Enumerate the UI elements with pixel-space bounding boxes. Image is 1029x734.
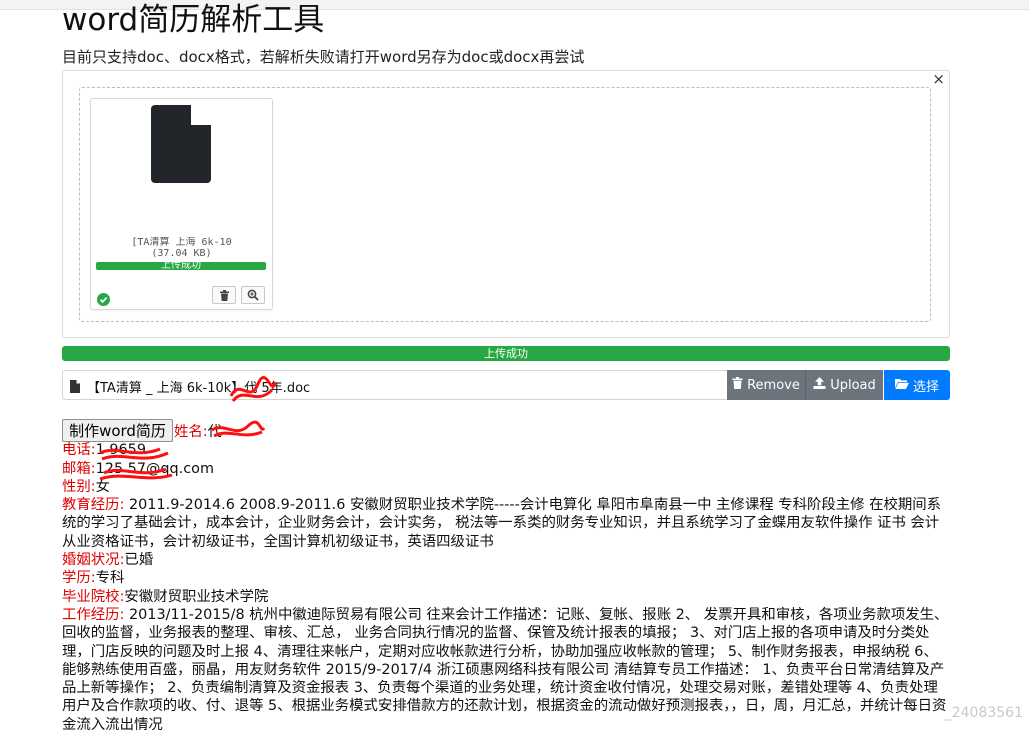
remove-button[interactable]: Remove <box>727 370 805 400</box>
check-circle-icon <box>97 291 110 310</box>
resume-degree-row: 学历:专科 <box>62 569 950 587</box>
file-caption-name: [TA清算 上海 6k-10 <box>131 237 232 248</box>
field-label: 工作经历: <box>62 606 125 623</box>
field-value: 2011.9-2014.6 2008.9-2011.6 安徽财贸职业技术学院--… <box>62 497 942 550</box>
browse-label: 选择 <box>912 379 939 395</box>
field-value: 125 57@qq.com <box>95 460 214 477</box>
upload-progress-bar: 上传成功 <box>62 346 950 361</box>
delete-file-button[interactable] <box>212 286 236 304</box>
field-value: 代 <box>207 424 223 440</box>
file-icon <box>151 105 211 187</box>
thumb-progress-bar: 上传成功 <box>96 262 266 270</box>
field-label: 性别: <box>62 478 96 495</box>
trash-icon <box>219 286 230 305</box>
upload-label: Upload <box>830 377 876 393</box>
field-value: 2013/11-2015/8 杭州中徽迪际贸易有限公司 往来会计工作描述：记账、… <box>62 606 949 733</box>
field-label: 教育经历: <box>62 497 125 514</box>
upload-icon <box>813 377 826 393</box>
zoom-icon <box>247 286 259 305</box>
resume-education-row: 教育经历: 2011.9-2014.6 2008.9-2011.6 安徽财贸职业… <box>62 496 950 551</box>
resume-gender-row: 性别:女 <box>62 478 950 496</box>
parsed-resume: 姓名:代 电话:1 9659 邮箱:125 57@qq.com 性别:女 教育经… <box>62 423 950 734</box>
field-label: 毕业院校: <box>62 588 125 605</box>
resume-email-row: 邮箱:125 57@qq.com <box>62 460 950 478</box>
upload-dropzone[interactable]: × [TA清算 上海 6k-10 (37.04 KB) 上传成功 <box>62 70 950 338</box>
field-label: 姓名: <box>174 424 208 440</box>
file-caption-size: (37.04 KB) <box>151 248 212 259</box>
field-value: 专科 <box>95 570 125 587</box>
field-value: 1 9659 <box>95 442 146 459</box>
file-name-field[interactable]: 【TA清算 _ 上海 6k-10k】代 5年.doc <box>62 370 728 400</box>
close-icon[interactable]: × <box>932 71 945 87</box>
page-subtitle: 目前只支持doc、docx格式，若解析失败请打开word另存为doc或docx再… <box>62 48 585 66</box>
field-label: 婚姻状况: <box>62 552 125 569</box>
file-caption: [TA清算 上海 6k-10 (37.04 KB) <box>91 237 272 259</box>
field-label: 学历: <box>62 570 96 587</box>
file-input-group: 【TA清算 _ 上海 6k-10k】代 5年.doc Remove Upload <box>62 370 950 400</box>
file-icon <box>70 378 80 397</box>
file-name-text: 【TA清算 _ 上海 6k-10k】代 5年.doc <box>87 381 311 396</box>
remove-label: Remove <box>747 377 800 393</box>
browse-button[interactable]: 选择 <box>884 370 950 400</box>
zoom-file-button[interactable] <box>241 286 265 304</box>
resume-work-row: 工作经历: 2013/11-2015/8 杭州中徽迪际贸易有限公司 往来会计工作… <box>62 606 950 734</box>
page-title: word简历解析工具 <box>62 2 325 38</box>
field-label: 电话: <box>62 442 96 459</box>
resume-marital-row: 婚姻状况:已婚 <box>62 551 950 569</box>
watermark: _24083561 <box>944 705 1023 721</box>
field-value: 女 <box>95 478 111 495</box>
upload-button[interactable]: Upload <box>805 370 883 400</box>
field-value: 已婚 <box>124 552 154 569</box>
trash-icon <box>732 377 743 393</box>
resume-name-row: 姓名:代 <box>62 423 950 441</box>
resume-school-row: 毕业院校:安徽财贸职业技术学院 <box>62 588 950 606</box>
file-preview-thumbnail: [TA清算 上海 6k-10 (37.04 KB) 上传成功 <box>90 98 273 310</box>
folder-open-icon <box>894 378 909 393</box>
resume-phone-row: 电话:1 9659 <box>62 441 950 459</box>
field-value: 安徽财贸职业技术学院 <box>124 588 269 605</box>
field-label: 邮箱: <box>62 460 96 477</box>
dropzone-area[interactable]: [TA清算 上海 6k-10 (37.04 KB) 上传成功 <box>79 87 931 322</box>
